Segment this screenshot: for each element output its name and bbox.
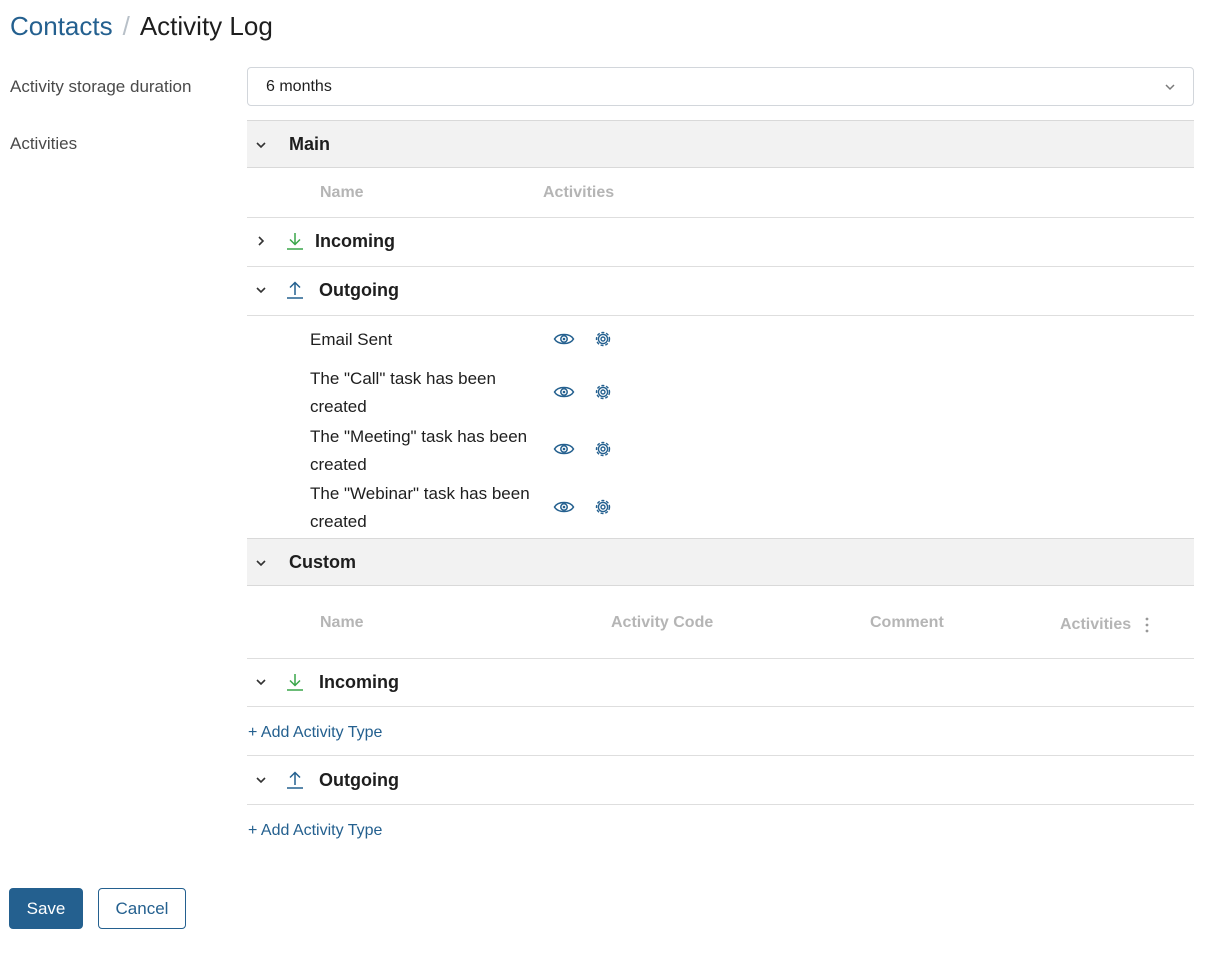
storage-duration-select[interactable]: 6 months [247,67,1194,106]
chevron-down-icon [1165,84,1175,91]
gear-icon[interactable] [592,381,614,403]
group-row-main-incoming[interactable]: Incoming [247,217,1194,265]
storage-duration-value: 6 months [266,77,332,95]
group-label-incoming: Incoming [315,230,395,251]
more-options-icon[interactable] [1140,616,1154,634]
gear-icon[interactable] [592,438,614,460]
add-activity-type-link[interactable]: + Add Activity Type [248,724,382,742]
activity-item-name: Email Sent [310,330,393,349]
divider [247,706,1194,707]
save-button[interactable]: Save [9,888,83,929]
incoming-download-icon [287,233,303,250]
section-custom-header: Custom [247,538,1194,586]
group-row-custom-outgoing[interactable]: Outgoing [247,756,1194,804]
group-row-custom-incoming[interactable]: Incoming [247,658,1194,706]
eye-icon[interactable] [553,381,575,403]
outgoing-upload-icon [287,281,303,299]
group-row-main-outgoing[interactable]: Outgoing [247,266,1194,314]
column-header-comment: Comment [870,614,944,631]
eye-icon[interactable] [553,496,575,518]
activity-item-name: The "Meeting" task has been created [310,427,528,474]
eye-icon[interactable] [553,328,575,350]
chevron-right-icon[interactable] [253,233,269,249]
chevron-down-icon[interactable] [253,137,269,153]
add-activity-type-link[interactable]: + Add Activity Type [248,822,382,840]
divider [247,804,1194,805]
outgoing-upload-icon [287,771,303,789]
column-header-activity-code: Activity Code [611,614,714,631]
incoming-download-icon [287,674,303,691]
chevron-down-icon[interactable] [253,772,269,788]
divider [247,315,1194,316]
chevron-down-icon[interactable] [253,282,269,298]
activity-item-name: The "Call" task has been created [310,369,496,416]
chevron-down-icon[interactable] [253,555,269,571]
section-main-header: Main [247,120,1194,168]
column-header-name: Name [320,614,364,631]
eye-icon[interactable] [553,438,575,460]
breadcrumb-separator: / [122,10,130,41]
activity-item-name: The "Webinar" task has been created [310,484,530,531]
chevron-down-icon[interactable] [253,674,269,690]
group-label-outgoing: Outgoing [319,769,399,790]
column-header-activities: Activities [543,184,615,201]
breadcrumb: Contacts / Activity Log [10,10,273,42]
group-label-outgoing: Outgoing [319,279,399,300]
section-custom-title: Custom [289,551,356,572]
column-header-activities: Activities [1060,616,1132,633]
storage-duration-label: Activity storage duration [10,77,192,96]
activities-label: Activities [10,134,78,153]
breadcrumb-contacts-link[interactable]: Contacts [10,11,113,42]
gear-icon[interactable] [592,328,614,350]
cancel-button[interactable]: Cancel [98,888,186,929]
section-main-title: Main [289,133,331,154]
gear-icon[interactable] [592,496,614,518]
group-label-incoming: Incoming [319,671,399,692]
column-header-name: Name [320,184,364,201]
page-title: Activity Log [139,10,273,41]
